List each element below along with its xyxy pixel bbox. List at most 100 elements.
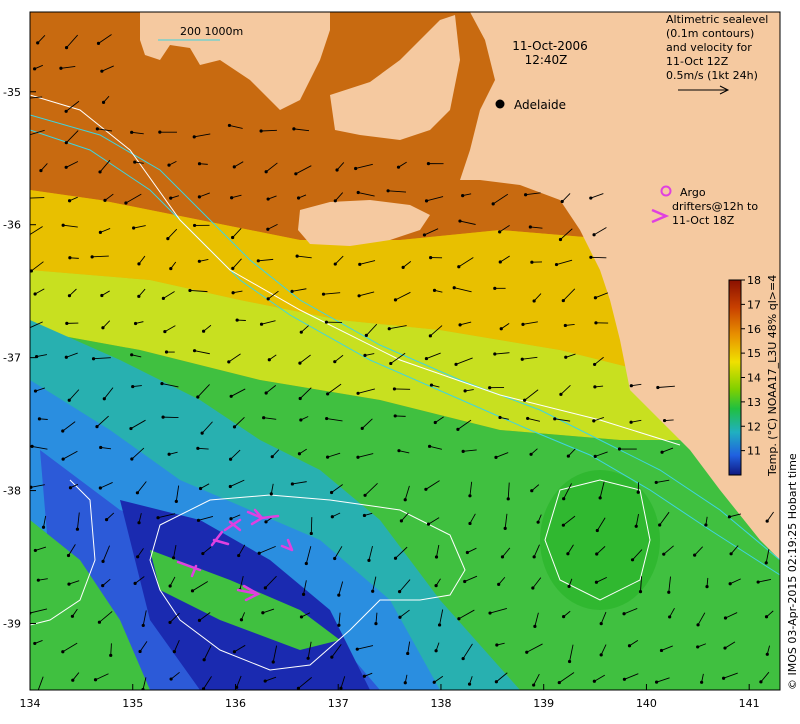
velocity-arrow-head xyxy=(533,625,536,628)
velocity-arrow-head xyxy=(337,624,340,627)
velocity-arrow-head xyxy=(493,352,496,355)
velocity-arrow-head xyxy=(592,419,595,422)
velocity-arrow-head xyxy=(71,615,74,618)
velocity-arrow-head xyxy=(230,196,233,199)
velocity-arrow-head xyxy=(196,395,199,398)
velocity-arrow-head xyxy=(562,497,565,500)
velocity-arrow-head xyxy=(191,589,194,592)
velocity-arrow-head xyxy=(261,611,264,614)
velocity-arrow-head xyxy=(453,286,456,289)
velocity-arrow-head xyxy=(67,554,70,557)
velocity-arrow-head xyxy=(61,650,64,653)
velocity-arrow-head xyxy=(333,557,336,560)
velocity-arrow-head xyxy=(358,263,361,266)
velocity-arrow-head xyxy=(25,197,28,200)
velocity-arrow-head xyxy=(357,191,360,194)
colorbar-tick-label: 13 xyxy=(747,396,761,409)
velocity-arrow-head xyxy=(559,393,562,396)
velocity-arrow-head xyxy=(566,552,569,555)
velocity-arrow-head xyxy=(335,168,338,171)
velocity-arrow-head xyxy=(423,233,426,236)
velocity-arrow-head xyxy=(394,414,397,417)
velocity-arrow-head xyxy=(468,522,471,525)
velocity-arrow-head xyxy=(425,199,428,202)
velocity-arrow-head xyxy=(662,553,665,556)
velocity-arrow-head xyxy=(622,612,625,615)
velocity-arrow-head xyxy=(237,554,240,557)
velocity-arrow-head xyxy=(730,552,733,555)
velocity-arrow-head xyxy=(42,526,45,529)
velocity-arrow-head xyxy=(101,560,104,563)
velocity-arrow-head xyxy=(458,219,461,222)
velocity-arrow-head xyxy=(334,262,337,265)
velocity-arrow-head xyxy=(618,447,621,450)
velocity-arrow-head xyxy=(163,330,166,333)
argo-label: Argo xyxy=(680,186,706,199)
velocity-arrow-head xyxy=(172,556,175,559)
velocity-arrow xyxy=(311,517,312,533)
velocity-arrow-head xyxy=(62,224,65,227)
velocity-arrow-head xyxy=(521,358,524,361)
velocity-arrow-head xyxy=(258,552,261,555)
map-svg: Adelaide 11-Oct-2006 12:40Z 200 1000m Al… xyxy=(0,0,800,720)
velocity-arrow-head xyxy=(495,680,498,683)
velocity-arrow-head xyxy=(658,523,661,526)
colorbar-gradient xyxy=(729,280,741,475)
velocity-arrow-head xyxy=(397,166,400,169)
velocity-arrow-head xyxy=(374,622,377,625)
velocity-arrow-head xyxy=(630,384,633,387)
velocity-arrow-head xyxy=(700,681,703,684)
velocity-arrow-head xyxy=(558,681,561,684)
city-label: Adelaide xyxy=(514,98,566,112)
y-tick-label: -38 xyxy=(3,485,21,498)
velocity-arrow-head xyxy=(599,496,602,499)
x-tick-label: 138 xyxy=(430,697,451,710)
velocity-arrow-head xyxy=(265,391,268,394)
velocity-arrow-head xyxy=(65,141,68,144)
velocity-arrow-head xyxy=(564,356,567,359)
velocity-arrow-head xyxy=(525,651,528,654)
velocity-arrow-head xyxy=(197,519,200,522)
velocity-arrow-head xyxy=(723,646,726,649)
velocity-arrow-head xyxy=(389,362,392,365)
velocity-arrow-head xyxy=(260,129,263,132)
velocity-arrow-head xyxy=(356,392,359,395)
velocity-arrow-head xyxy=(302,593,305,596)
drifter-legend-line-2: 11-Oct 18Z xyxy=(672,214,735,227)
velocity-arrow-head xyxy=(326,392,329,395)
velocity-arrow-head xyxy=(297,687,300,690)
velocity-arrow-head xyxy=(91,255,94,258)
velocity-arrow-head xyxy=(271,455,274,458)
velocity-arrow-head xyxy=(124,201,127,204)
velocity-arrow-head xyxy=(393,387,396,390)
velocity-arrow-head xyxy=(567,454,570,457)
velocity-arrow-head xyxy=(299,418,302,421)
velocity-arrow-head xyxy=(227,360,230,363)
velocity-arrow-head xyxy=(562,615,565,618)
velocity-arrow-head xyxy=(173,650,176,653)
velocity-arrow-head xyxy=(596,529,599,532)
velocity-arrow-head xyxy=(462,657,465,660)
vel-legend-line-2: (0.1m contours) xyxy=(666,27,754,40)
velocity-arrow-head xyxy=(356,456,359,459)
velocity-arrow-head xyxy=(766,519,769,522)
velocity-arrow-head xyxy=(228,124,231,127)
velocity-arrow-head xyxy=(363,514,366,517)
velocity-arrow-head xyxy=(435,555,438,558)
velocity-arrow-head xyxy=(96,127,99,130)
velocity-arrow-head xyxy=(466,551,469,554)
velocity-arrow-head xyxy=(562,524,565,527)
velocity-arrow-head xyxy=(463,580,466,583)
velocity-arrow-head xyxy=(100,294,103,297)
date-label: 11-Oct-2006 xyxy=(512,39,588,53)
x-tick-label: 135 xyxy=(122,697,143,710)
velocity-arrow-head xyxy=(94,678,97,681)
velocity-arrow-head xyxy=(663,419,666,422)
velocity-arrow-head xyxy=(759,680,762,683)
colorbar-tick-label: 15 xyxy=(747,347,761,360)
velocity-arrow-head xyxy=(367,559,370,562)
velocity-arrow-head xyxy=(267,297,270,300)
velocity-arrow-head xyxy=(99,486,102,489)
velocity-arrow-head xyxy=(529,453,532,456)
velocity-arrow-head xyxy=(300,331,303,334)
